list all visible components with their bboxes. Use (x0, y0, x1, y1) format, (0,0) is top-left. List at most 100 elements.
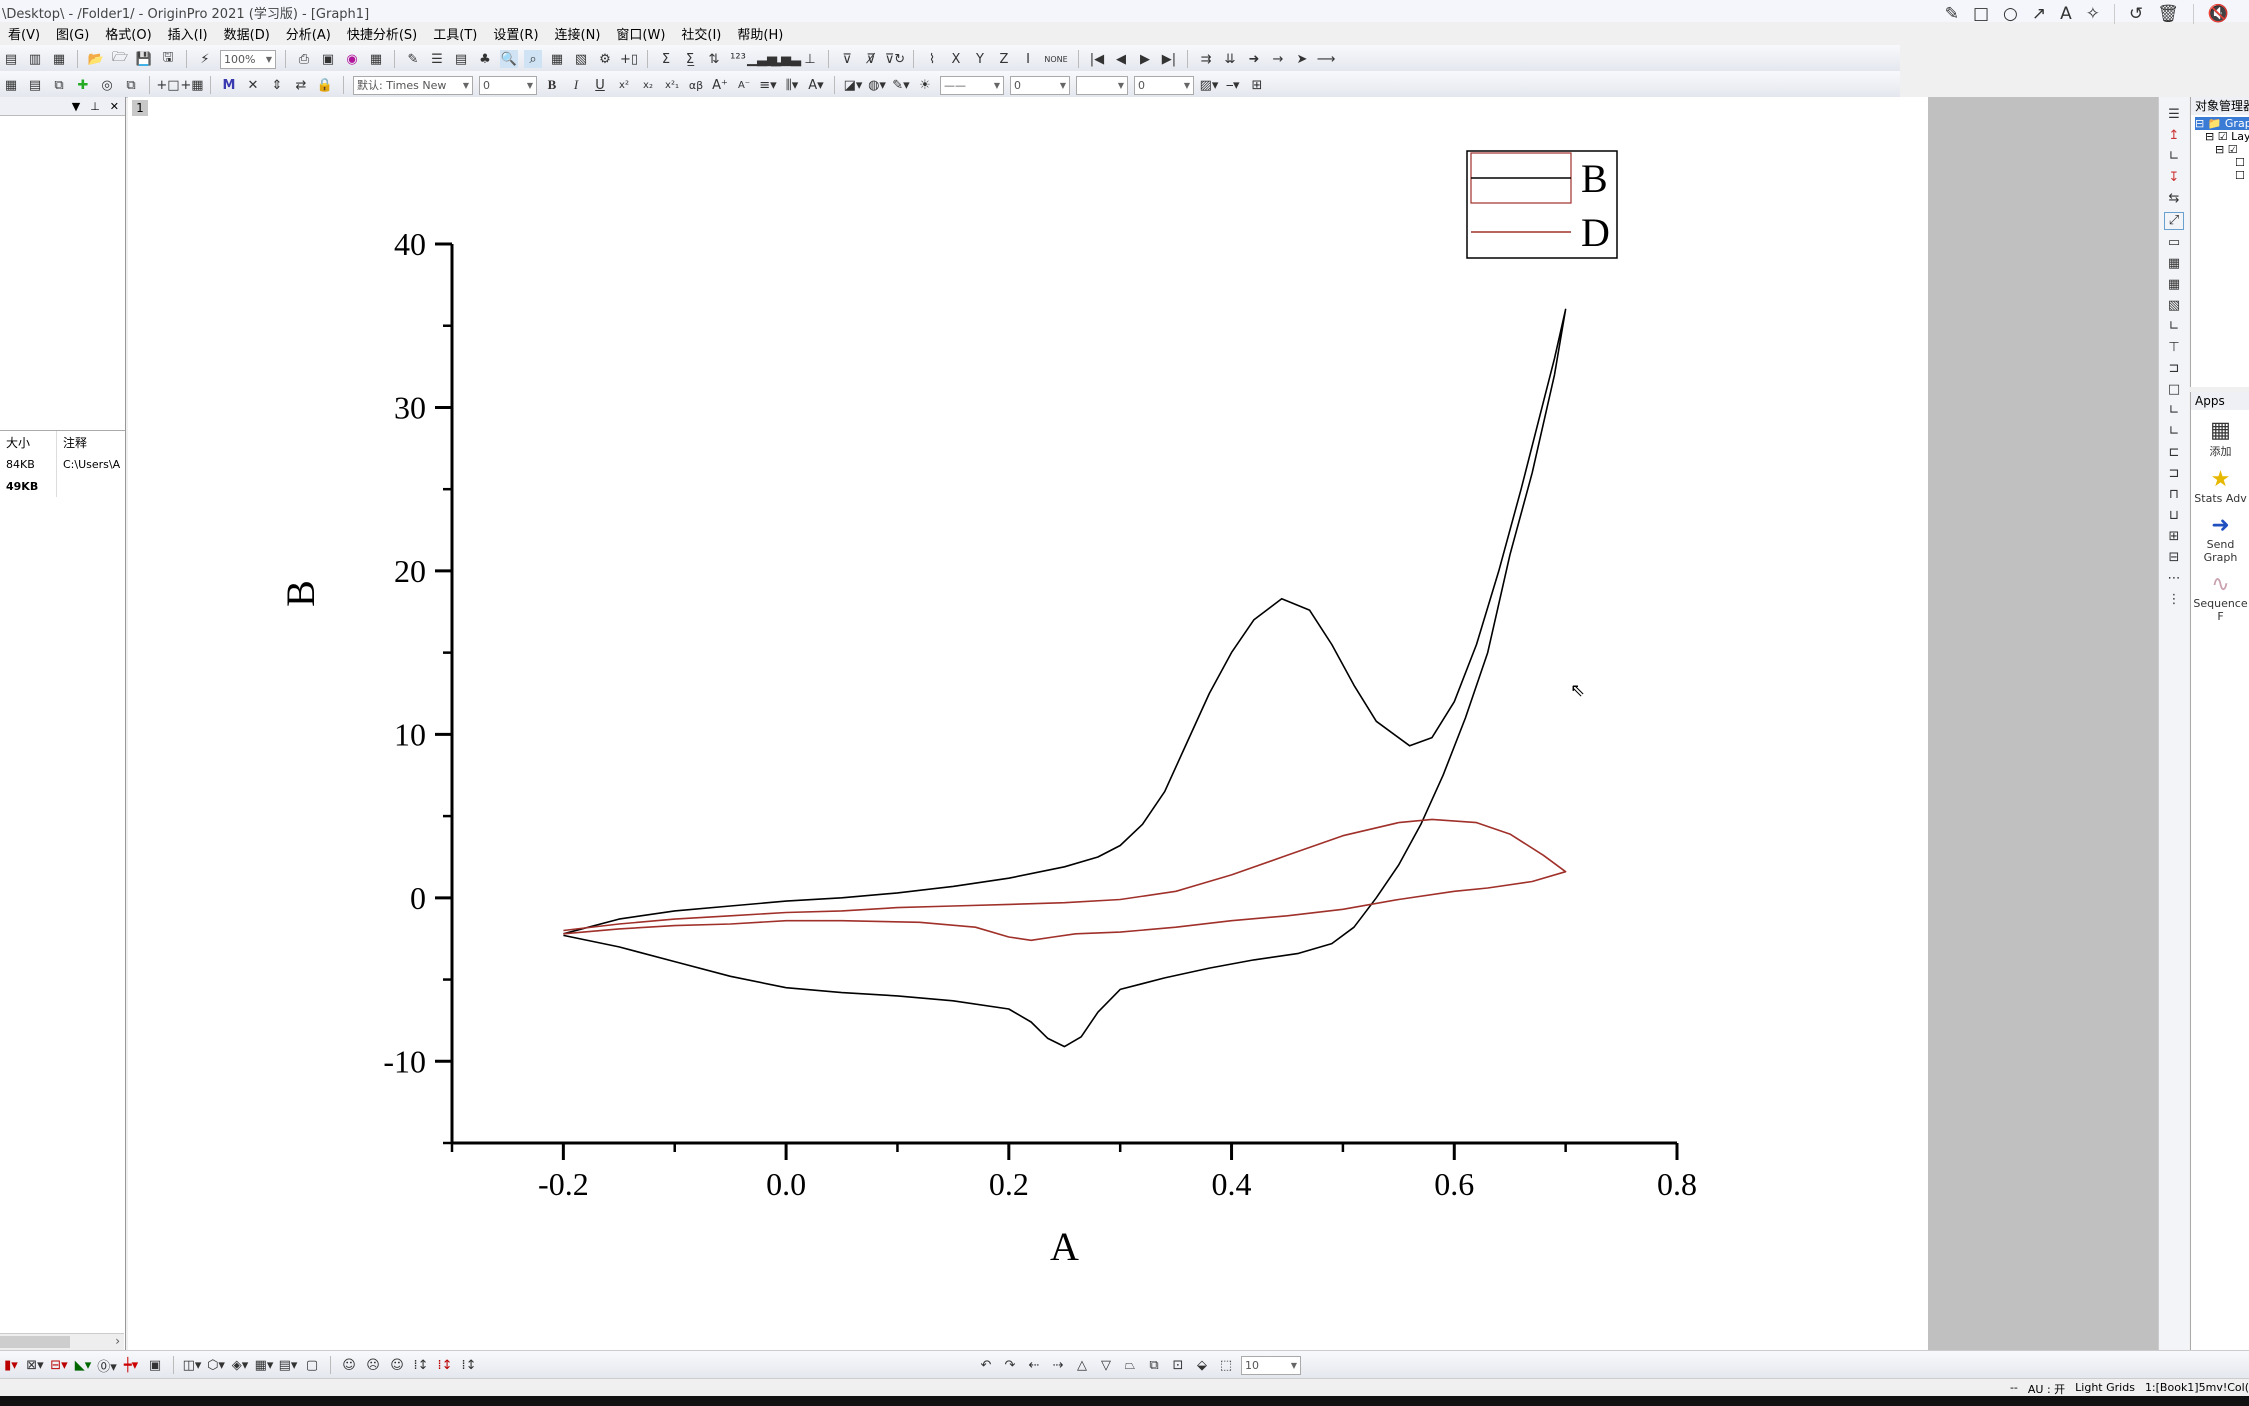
stock-plot-icon[interactable]: ┿▾ (122, 1356, 140, 1374)
tree-item-plot-d[interactable]: ☐ (2195, 169, 2249, 182)
superscript-button[interactable]: x² (615, 76, 633, 94)
column-header-size[interactable]: 大小 (0, 431, 57, 453)
frame-red-icon[interactable]: ∟ (2165, 424, 2183, 440)
move-right-icon[interactable]: ⇉ (1197, 50, 1215, 68)
close-icon[interactable]: ✕ (110, 100, 119, 113)
pencil-icon[interactable]: ✎ (1945, 4, 1959, 24)
unmask-icon[interactable]: ✕ (244, 76, 262, 94)
frame-top-icon[interactable]: ⊤ (2165, 340, 2183, 356)
add-table-icon[interactable]: +▦ (180, 76, 203, 94)
template-icon[interactable]: ▣ (146, 1356, 164, 1374)
panel-menu-icon[interactable]: ▼ (72, 100, 80, 113)
align-left-icon[interactable]: ⊏ (2165, 445, 2183, 461)
horizontal-scrollbar[interactable]: › (0, 1333, 124, 1350)
save-icon[interactable]: 💾 (135, 50, 153, 68)
image-plot-icon[interactable]: ☺ (388, 1356, 406, 1374)
mask-icon[interactable]: M (220, 76, 238, 94)
fill-color-icon[interactable]: ◪▾ (844, 76, 863, 94)
set-z-icon[interactable]: Z (995, 50, 1013, 68)
fit-frame-icon[interactable]: ⊡ (1169, 1356, 1187, 1374)
frame-l-icon[interactable]: ∟ (2165, 319, 2183, 335)
new-workbook-icon[interactable]: ▥ (26, 50, 44, 68)
set-x-icon[interactable]: X (947, 50, 965, 68)
add-layer-icon[interactable]: ✚ (74, 76, 92, 94)
image-profile-icon[interactable]: ☺ (340, 1356, 358, 1374)
distribute-h-icon[interactable]: ⋯ (2165, 571, 2183, 587)
stack-up-icon[interactable]: ⁞↕ (412, 1356, 430, 1374)
step-plot-icon[interactable]: ⊥ (801, 50, 819, 68)
status-autoupdate[interactable]: AU : 开 (2028, 1381, 2065, 1397)
supsub-button[interactable]: x²₁ (663, 76, 681, 94)
notes-icon[interactable]: ✎ (404, 50, 422, 68)
align-top-icon[interactable]: ⊓ (2165, 487, 2183, 503)
layout-4-icon[interactable]: ▧ (2165, 298, 2183, 314)
undo-icon[interactable]: ↺ (2129, 4, 2143, 24)
save-template-icon[interactable]: 🖫 (159, 50, 177, 68)
statistics-icon[interactable]: Σ̲ (681, 50, 699, 68)
line-width-select[interactable]: 0 ▼ (1010, 75, 1070, 95)
contour-plot-icon[interactable]: ⊠▾ (26, 1356, 44, 1374)
lock-icon[interactable]: 🔒 (316, 76, 334, 94)
grouped-bar-icon[interactable]: ▂▅▃ (771, 50, 801, 68)
menu-format[interactable]: 格式(O) (97, 24, 159, 43)
properties-icon[interactable]: ▧ (572, 50, 590, 68)
menu-help[interactable]: 帮助(H) (729, 24, 791, 43)
zoom-select-tool-icon[interactable]: ⌕ (524, 50, 542, 68)
arrow-head-icon[interactable]: ➤ (1293, 50, 1311, 68)
mute-icon[interactable]: 🔇 (2208, 4, 2229, 24)
brightness-icon[interactable]: ☀ (916, 76, 934, 94)
project-explorer-icon[interactable]: ♣ (476, 50, 494, 68)
menu-connect[interactable]: 连接(N) (547, 24, 609, 43)
scrollbar-thumb[interactable] (0, 1336, 70, 1348)
font-color-icon[interactable]: A▾ (807, 76, 825, 94)
series-d-line[interactable] (563, 818, 1567, 942)
menu-tools[interactable]: 工具(T) (425, 24, 485, 43)
magic-wand-icon[interactable]: ✧ (2086, 4, 2100, 24)
open-icon[interactable]: 📂 (87, 50, 105, 68)
image-mask-icon[interactable]: ☹ (364, 1356, 382, 1374)
add-axis-bottom-icon[interactable]: ∟ (2165, 149, 2183, 165)
error-bar-icon[interactable]: I (1019, 50, 1037, 68)
text-icon[interactable]: A (2060, 4, 2072, 24)
align-bottom-icon[interactable]: ⊔ (2165, 508, 2183, 524)
column-header-comment[interactable]: 注释 (57, 434, 87, 451)
menu-quick-analysis[interactable]: 快捷分析(S) (339, 24, 425, 43)
set-values-icon[interactable]: ¹²³ (729, 50, 747, 68)
line-color-icon[interactable]: ✎▾ (892, 76, 910, 94)
recalculate-icon[interactable]: ⚡ (196, 50, 214, 68)
3d-bar-icon[interactable]: ◫▾ (183, 1356, 202, 1374)
open-template-icon[interactable]: 🗁 (111, 50, 129, 68)
arrow-thin-icon[interactable]: ⟶ (1317, 50, 1336, 68)
align-center-v-icon[interactable]: ⊟ (2165, 550, 2183, 566)
tree-item-layer[interactable]: ⊟ ☑ Layer1 (2195, 130, 2249, 143)
swap-icon[interactable]: ⇄ (292, 76, 310, 94)
command-window-icon[interactable]: ▤ (452, 50, 470, 68)
3d-ribbon-icon[interactable]: ▤▾ (279, 1356, 298, 1374)
menu-window[interactable]: 窗口(W) (608, 24, 673, 43)
add-axis-top-icon[interactable]: ↥ (2165, 128, 2183, 144)
polar-plot-icon[interactable]: ⓪▾ (97, 1356, 117, 1375)
add-column-icon[interactable]: +▯ (620, 50, 638, 68)
3d-surface-icon[interactable]: ⬡▾ (207, 1356, 225, 1374)
print-icon[interactable]: ⎙ (295, 50, 313, 68)
menu-data[interactable]: 数据(D) (216, 24, 278, 43)
move-down-icon[interactable]: ⇊ (1221, 50, 1239, 68)
perspective-down-icon[interactable]: ▽ (1097, 1356, 1115, 1374)
rescale-icon[interactable]: ⇕ (268, 76, 286, 94)
column-plot-icon[interactable]: ▮▾ (2, 1356, 20, 1374)
copy-page-icon[interactable]: ⧉ (122, 76, 140, 94)
resize-icon[interactable]: ⧉ (1145, 1356, 1163, 1374)
graph-page[interactable]: 1 -0.2 0.0 0.2 0.4 0.6 0.8 -10 0 10 20 30 40 BD A B (128, 97, 1928, 1350)
list-item[interactable]: 84KB C:\Users\A (0, 453, 125, 475)
perspective-up-icon[interactable]: △ (1073, 1356, 1091, 1374)
first-icon[interactable]: |◀ (1088, 50, 1106, 68)
font-size-select[interactable]: 0 ▼ (479, 75, 537, 95)
tree-item-graph[interactable]: ⊟ 📁 Graph1 (2195, 117, 2249, 130)
hatch-icon[interactable]: ▨▾ (1200, 76, 1219, 94)
duplicate-icon[interactable]: ⧉ (50, 76, 68, 94)
app-sequence[interactable]: ∿ Sequence F (2191, 572, 2249, 623)
layout-1-icon[interactable]: ▭ (2165, 235, 2183, 251)
prev-icon[interactable]: ◀ (1112, 50, 1130, 68)
pattern-icon[interactable]: ⫼▾ (783, 76, 801, 94)
font-select[interactable]: 默认: Times New ▼ (353, 75, 473, 95)
